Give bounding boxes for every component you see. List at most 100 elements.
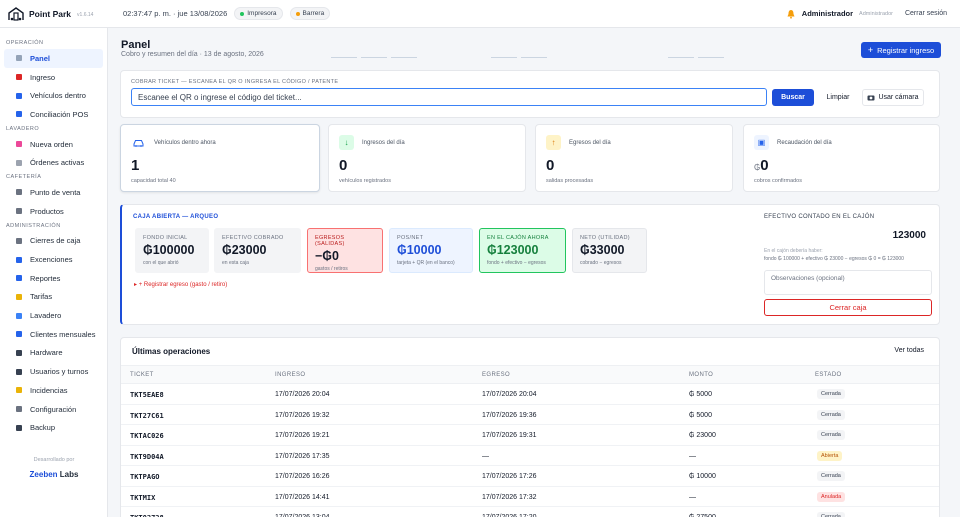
sidebar-item-tarifas[interactable]: Tarifas [4,288,103,307]
cash-summary-caption: en esta caja [222,260,249,266]
cash-summary-caption: con el que abrió [143,260,179,266]
cell-amount: ₲ 5000 [689,411,712,419]
search-button[interactable]: Buscar [772,89,814,106]
scan-ticket-card: COBRAR TICKET — ESCANEA EL QR O INGRESA … [120,70,940,118]
table-row[interactable]: TKTPAGO 17/07/2026 16:26 17/07/2026 17:26 ₲… [121,466,939,487]
sidebar-item-label: Punto de venta [30,187,81,197]
status-badge: Anulada [817,491,846,502]
table-row[interactable]: TKTMIX 17/07/2026 14:41 17/07/2026 17:32 — A… [121,487,939,507]
sidebar-item-reportes[interactable]: Reportes [4,269,103,288]
app-version: v1.6.14 [77,11,94,18]
sidebar-item-cierres-de-caja[interactable]: Cierres de caja [4,232,103,251]
printer-status-label: Impresora [247,10,277,17]
stat-caption: cobros confirmados [754,178,802,184]
bell-icon[interactable] [786,9,796,19]
sidebar-item-label: Lavadero [30,311,62,321]
cell-amount: ₲ 5000 [689,391,712,398]
warning-icon [16,387,22,394]
stat-value-number: 0 [760,157,769,174]
counted-cash-input[interactable]: 123000 [764,227,932,244]
cash-summary-card: FONDO INICIAL ₲100000 con el que abrió [135,228,209,273]
ticket-search-input[interactable]: Escanee el QR o ingrese el código del ti… [131,88,767,106]
logout-button[interactable]: Cerrar sesión [905,10,947,17]
barrier-status-dot-icon [295,11,300,16]
decorative-divider [331,57,357,58]
sidebar-section-title: ADMINISTRACIÓN [6,222,61,229]
stat-value: ₲0 [754,157,769,174]
cell-ticket: TKTMIX [130,493,156,502]
table-row[interactable]: TKT9D04A 17/07/2026 17:35 — — Abierta [121,446,939,466]
decorative-divider [361,57,387,58]
sidebar-item-conciliaci-n-pos[interactable]: Conciliación POS [4,105,103,124]
decorative-divider [491,57,517,58]
sidebar-item-veh-culos-dentro[interactable]: Vehículos dentro [4,86,103,105]
brand[interactable]: Point Park v1.6.14 [0,5,108,23]
table-row[interactable]: TKT0272817/07/2026 13:0417/07/2026 17:20… [121,507,939,517]
stat-card: ▣ Recaudación del día ₲0 cobros confirmados [743,124,940,192]
status-badge: Abierta [817,450,843,461]
sidebar-item-ingreso[interactable]: Ingreso [4,68,103,87]
table-row[interactable]: TKTAC026 17/07/2026 19:21 17/07/2026 19:31… [121,425,939,446]
sidebar-item-label: Incidencias [30,385,68,395]
register-icon [16,237,22,244]
cash-summary-value: ₲10000 [397,243,442,257]
plus-icon: + [867,45,874,55]
table-row[interactable]: TKT5EAE8 17/07/2026 20:04 17/07/2026 20:04… [121,384,939,405]
cash-icon: ▣ [754,135,769,150]
camera-icon [867,95,875,101]
cash-summary-label: NETO (UTILIDAD) [580,235,630,241]
sidebar-item-nueva-orden[interactable]: Nueva orden [4,135,103,154]
cash-summary-label: EN EL CAJÓN AHORA [487,235,549,241]
sidebar-item-usuarios-y-turnos[interactable]: Usuarios y turnos [4,362,103,381]
sidebar-item-backup[interactable]: Backup [4,418,103,437]
app-name: Point Park [29,8,72,19]
chart-icon [16,275,22,282]
sidebar-item-lavadero[interactable]: Lavadero [4,306,103,325]
status-badge: Cerrada [817,512,845,517]
stat-label: Ingresos del día [362,140,405,146]
credit-brand[interactable]: Zeeben Labs [0,470,108,479]
cell-amount: — [689,452,696,460]
view-all-link[interactable]: Ver todas [894,347,924,354]
stat-caption: capacidad total 40 [131,178,176,184]
cash-summary-value: ₲23000 [222,243,267,257]
cell-out: 17/07/2026 17:32 [482,493,537,501]
table-row[interactable]: TKT27C61 17/07/2026 19:32 17/07/2026 19:36… [121,405,939,425]
cell-in: 17/07/2026 19:32 [275,411,330,419]
sidebar-item-label: Panel [30,53,51,63]
decorative-divider [521,57,547,58]
sidebar-item-configuraci-n[interactable]: Configuración [4,400,103,419]
sidebar-item-label: Vehículos dentro [30,91,86,101]
cash-summary-caption: cobrado − egresos [580,260,622,266]
cell-out: — [482,452,489,460]
stat-value: 1 [131,157,139,174]
sidebar-item--rdenes-activas[interactable]: Órdenes activas [4,153,103,172]
sidebar-item-incidencias[interactable]: Incidencias [4,381,103,400]
sidebar-item-hardware[interactable]: Hardware [4,344,103,363]
arrow-down-icon: ↓ [339,135,354,150]
close-register-button[interactable]: Cerrar caja [764,299,932,316]
cash-summary-label: EGRESOS (SALIDAS) [315,235,345,247]
sidebar-item-label: Ingreso [30,72,56,82]
register-expense-link[interactable]: ▸ + Registrar egreso (gasto / retiro) [134,281,227,288]
sidebar-item-clientes-mensuales[interactable]: Clientes mensuales [4,325,103,344]
sidebar-item-productos[interactable]: Productos [4,202,103,221]
cell-in: 17/07/2026 14:41 [275,493,330,501]
sidebar-item-label: Usuarios y turnos [30,367,89,377]
observations-textarea[interactable]: Observaciones (opcional) [764,270,932,295]
box-icon [16,208,22,215]
cell-in: 17/07/2026 17:35 [275,452,330,460]
clear-button[interactable]: Limpiar [818,89,858,106]
table-header: TICKET INGRESO EGRESO MONTO ESTADO [121,365,939,384]
cell-out: 17/07/2026 19:31 [482,432,537,439]
dashboard-icon [16,55,22,62]
use-camera-button[interactable]: Usar cámara [862,89,924,106]
sidebar-item-label: Configuración [30,404,77,414]
observations-placeholder: Observaciones (opcional) [771,275,845,282]
point-park-logo-icon [8,6,24,21]
cell-ticket: TKTPAGO [130,473,160,481]
sidebar-item-excenciones[interactable]: Excenciones [4,250,103,269]
register-entry-button[interactable]: + Registrar ingreso [861,42,941,58]
sidebar-item-panel[interactable]: Panel [4,49,103,68]
sidebar-item-punto-de-venta[interactable]: Punto de venta [4,183,103,202]
